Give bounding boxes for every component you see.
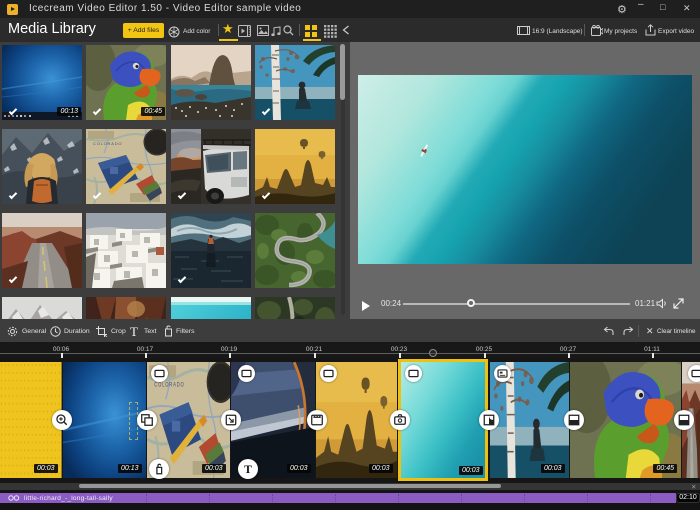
svg-text:T: T [244,463,252,476]
